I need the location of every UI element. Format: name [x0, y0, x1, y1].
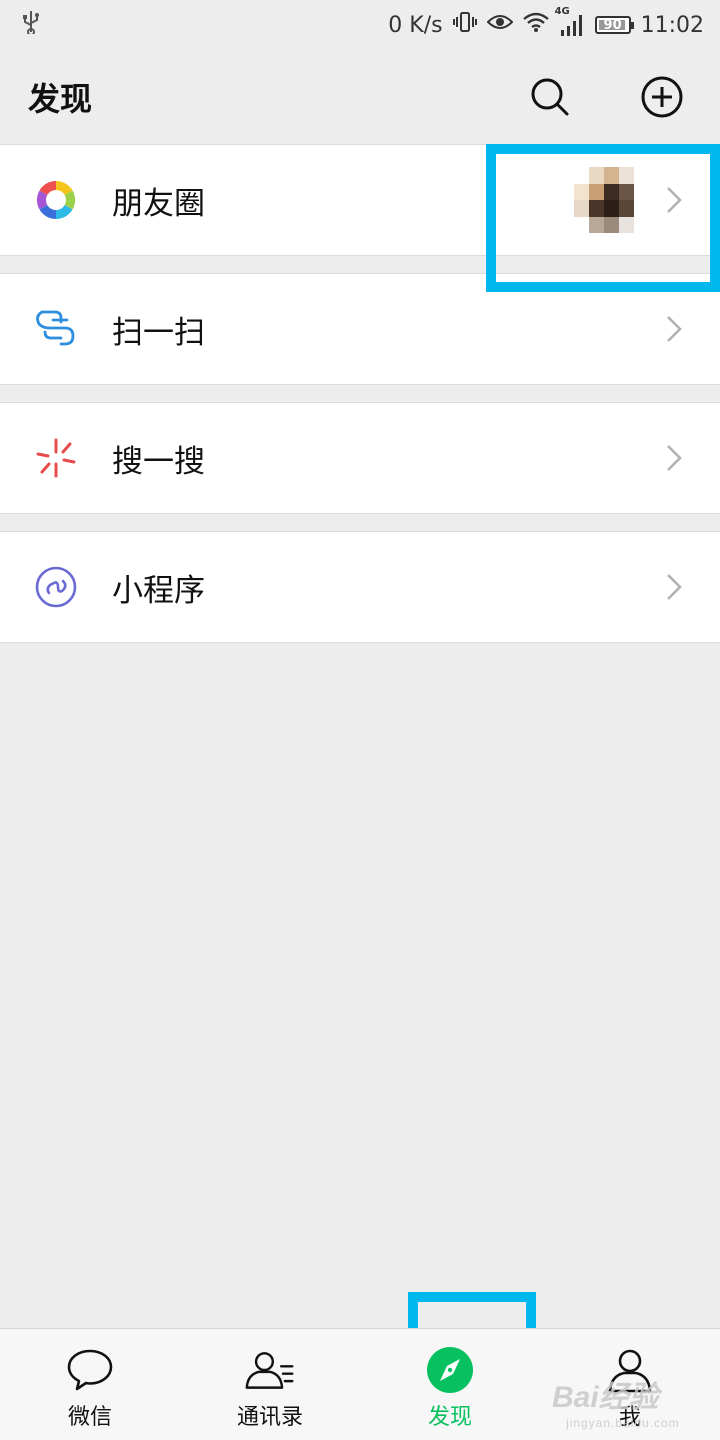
list-item-moments[interactable]: 朋友圈 — [0, 144, 720, 256]
eye-icon — [486, 12, 514, 38]
status-bar: 0 K/s 4G 90 11:02 — [0, 0, 720, 50]
watermark-brand: Bai经验 — [552, 1381, 659, 1414]
tab-chats[interactable]: 微信 — [0, 1329, 180, 1440]
moments-icon — [28, 172, 84, 228]
tab-contacts[interactable]: 通讯录 — [180, 1329, 360, 1440]
tab-discover[interactable]: 发现 — [360, 1329, 540, 1440]
search-sparkle-icon — [28, 430, 84, 486]
vibrate-icon — [452, 10, 477, 40]
baidu-watermark: Bai经验 jingyan.baidu.com — [552, 1372, 680, 1430]
list-item-scan[interactable]: 扫一扫 — [0, 273, 720, 385]
list-item-label: 小程序 — [112, 572, 205, 609]
clock: 11:02 — [640, 12, 704, 38]
watermark-url: jingyan.baidu.com — [566, 1416, 680, 1430]
compass-icon — [424, 1345, 476, 1395]
scan-icon — [28, 301, 84, 357]
header: 发现 — [0, 50, 720, 144]
plus-circle-icon — [641, 76, 683, 118]
tab-label: 通讯录 — [236, 1405, 303, 1430]
signal-icon: 4G — [555, 6, 585, 36]
usb-icon — [22, 10, 40, 40]
chevron-right-icon — [662, 442, 686, 474]
list-item-search[interactable]: 搜一搜 — [0, 402, 720, 514]
tab-label: 微信 — [67, 1405, 112, 1430]
chevron-right-icon — [662, 184, 686, 216]
list-item-label: 扫一扫 — [112, 314, 205, 351]
moments-thumbnail — [574, 167, 634, 233]
list-item-label: 搜一搜 — [112, 443, 205, 480]
add-button[interactable] — [632, 67, 692, 127]
list-item-label: 朋友圈 — [112, 185, 205, 222]
battery-level: 90 — [603, 17, 622, 33]
chevron-right-icon — [662, 571, 686, 603]
contacts-icon — [244, 1345, 296, 1395]
tab-label: 发现 — [427, 1405, 472, 1430]
network-type: 4G — [554, 6, 570, 17]
chat-icon — [64, 1345, 116, 1395]
network-speed: 0 K/s — [388, 12, 443, 38]
battery-icon: 90 — [594, 16, 634, 34]
chevron-right-icon — [662, 313, 686, 345]
search-button[interactable] — [520, 67, 580, 127]
list-item-mini-program[interactable]: 小程序 — [0, 531, 720, 643]
discover-list: 朋友圈 扫一扫 搜一搜 小程序 — [0, 144, 720, 643]
search-icon — [531, 78, 569, 116]
wifi-icon — [522, 12, 549, 38]
page-title: 发现 — [28, 80, 93, 118]
mini-program-icon — [28, 559, 84, 615]
